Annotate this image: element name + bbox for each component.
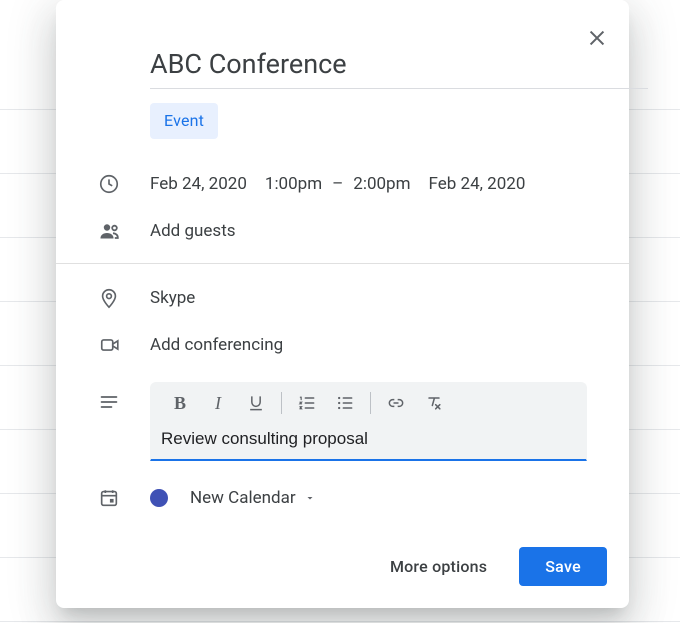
numbered-list-icon <box>297 393 317 413</box>
end-time[interactable]: 2:00pm <box>353 174 410 194</box>
chevron-down-icon <box>296 492 316 504</box>
link-icon <box>386 393 406 413</box>
description-textarea[interactable]: Review consulting proposal <box>151 423 586 459</box>
bulleted-list-icon <box>335 393 355 413</box>
video-icon <box>98 334 122 356</box>
toolbar-separator <box>281 392 282 414</box>
italic-button[interactable]: I <box>199 385 237 421</box>
numbered-list-button[interactable] <box>288 385 326 421</box>
calendar-select[interactable]: New Calendar <box>190 488 316 508</box>
location-icon <box>98 286 120 310</box>
toolbar-separator <box>370 392 371 414</box>
close-button[interactable] <box>577 18 617 58</box>
save-button[interactable]: Save <box>519 547 607 586</box>
bulleted-list-button[interactable] <box>326 385 364 421</box>
more-options-button[interactable]: More options <box>380 549 497 584</box>
add-guests-field[interactable]: Add guests <box>150 221 587 241</box>
event-title-input[interactable] <box>150 42 648 89</box>
clear-formatting-icon <box>424 393 444 413</box>
add-conferencing-field[interactable]: Add conferencing <box>150 335 587 355</box>
calendar-color-dot[interactable] <box>150 489 168 507</box>
start-date[interactable]: Feb 24, 2020 <box>150 174 247 194</box>
underline-button[interactable] <box>237 385 275 421</box>
description-editor: B I <box>150 382 587 461</box>
dialog-footer: More options Save <box>56 509 629 608</box>
start-time[interactable]: 1:00pm <box>265 174 322 194</box>
description-icon <box>98 392 120 412</box>
event-quick-create-dialog: Event Feb 24, 2020 1:00pm – 2:00pm Feb 2… <box>56 0 629 608</box>
calendar-icon <box>98 487 120 509</box>
clear-formatting-button[interactable] <box>415 385 453 421</box>
underline-icon <box>246 393 266 413</box>
divider <box>56 263 629 264</box>
calendar-name-label: New Calendar <box>190 488 296 508</box>
close-icon <box>586 27 608 49</box>
bold-button[interactable]: B <box>161 385 199 421</box>
formatting-toolbar: B I <box>151 383 586 423</box>
people-icon <box>98 219 122 243</box>
clock-icon <box>98 173 120 195</box>
insert-link-button[interactable] <box>377 385 415 421</box>
time-dash: – <box>332 174 343 194</box>
location-field[interactable]: Skype <box>150 288 587 308</box>
end-date[interactable]: Feb 24, 2020 <box>429 174 526 194</box>
event-type-chip[interactable]: Event <box>150 103 218 139</box>
